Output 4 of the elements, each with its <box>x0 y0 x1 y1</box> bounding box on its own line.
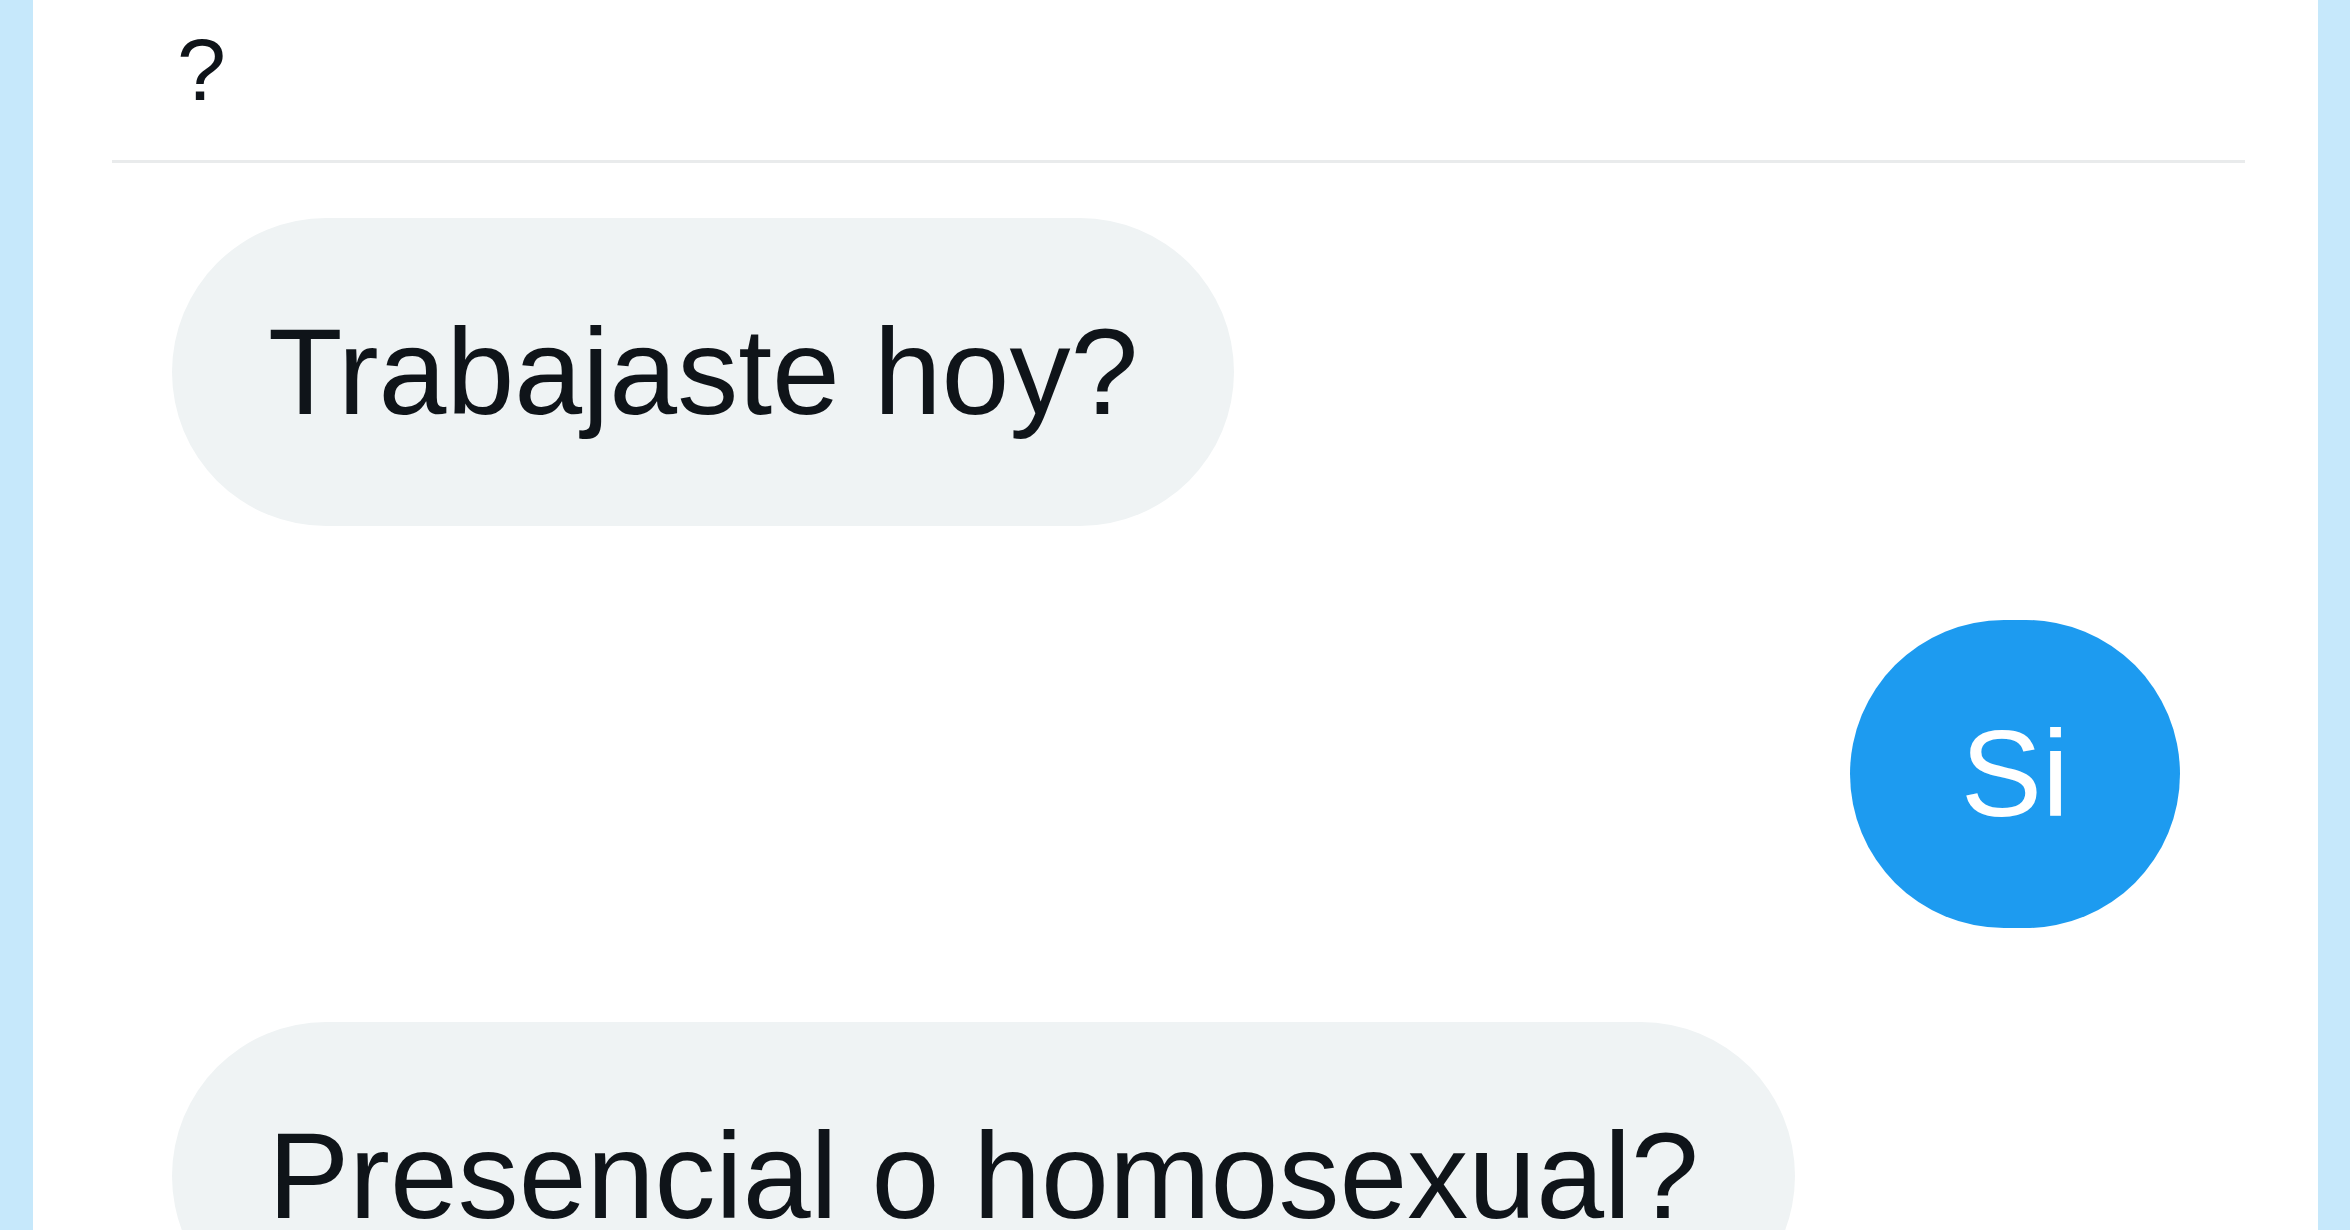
received-message-bubble: Presencial o homosexual? <box>172 1022 1795 1230</box>
sent-message-bubble: Si <box>1850 620 2180 928</box>
post-text: ? <box>177 26 226 114</box>
received-message-bubble: Trabajaste hoy? <box>172 218 1235 526</box>
